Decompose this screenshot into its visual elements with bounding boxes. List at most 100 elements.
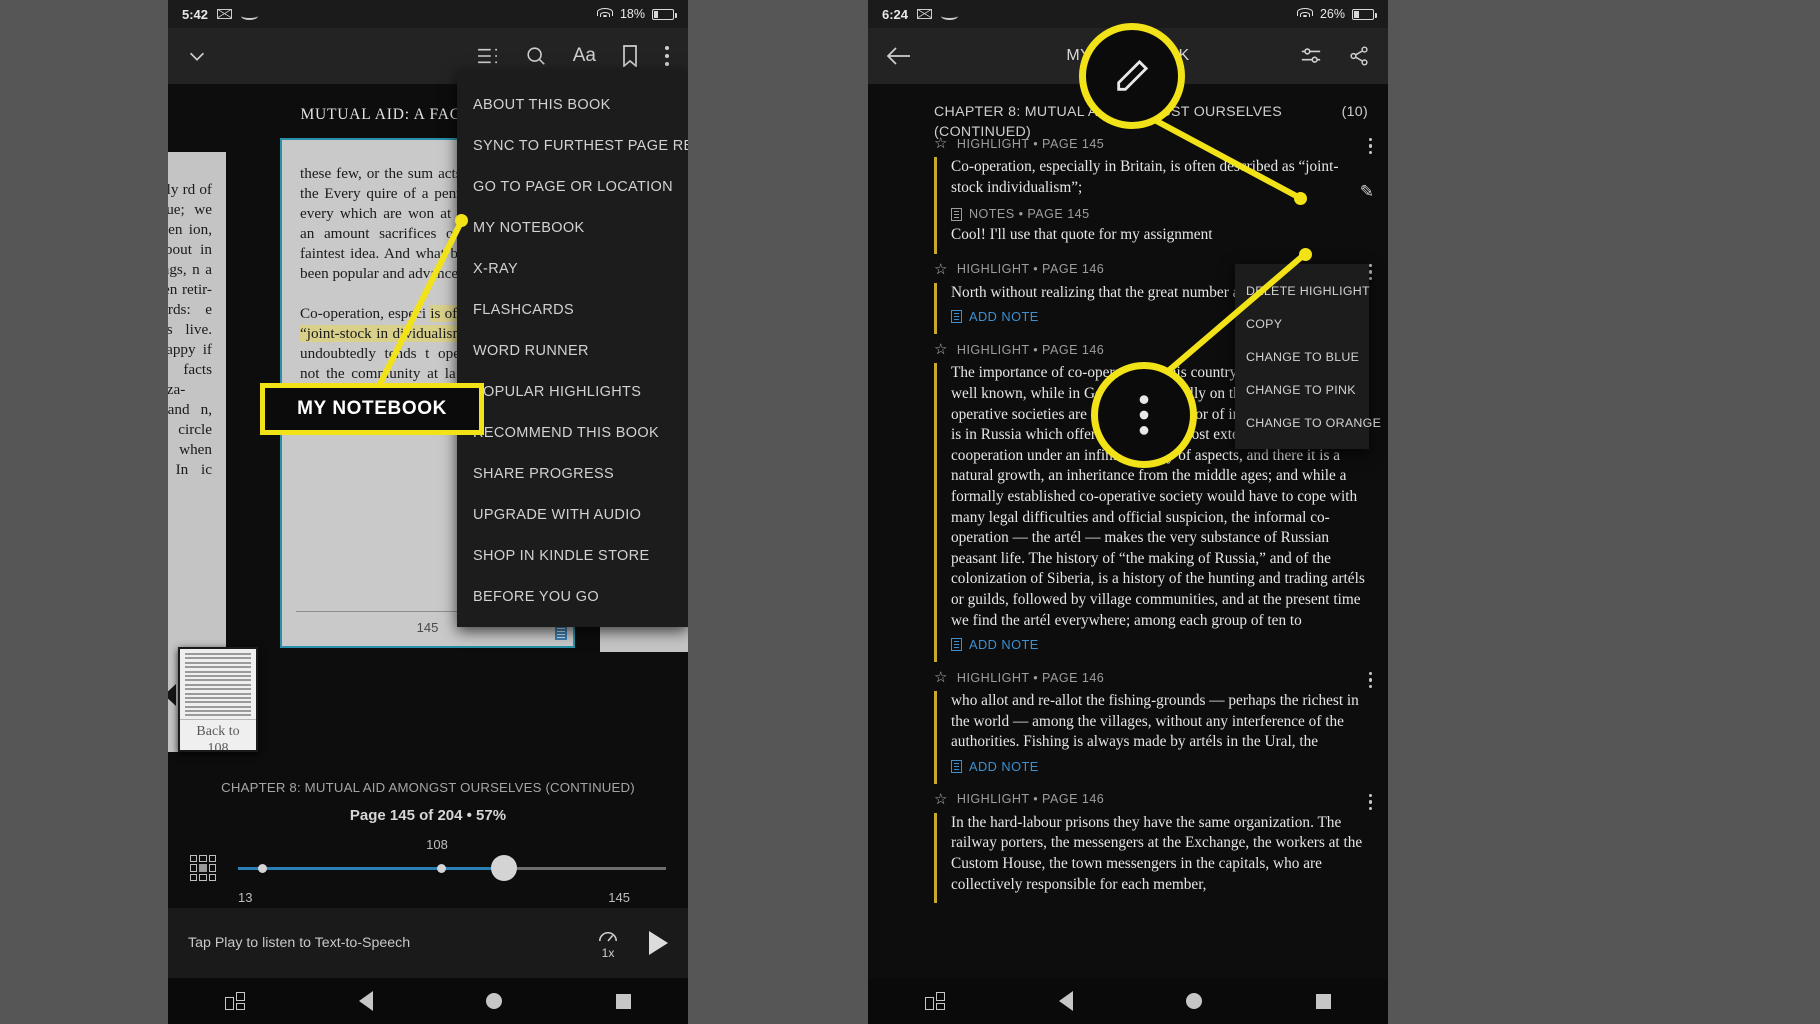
entry-meta: HIGHLIGHT • PAGE 146	[956, 792, 1105, 807]
context-item-change-to-blue[interactable]: CHANGE TO BLUE	[1235, 340, 1369, 373]
previous-page-text: e family rd of re- inue; we ave seen ion…	[168, 181, 212, 478]
entry-quote: who allot and re-allot the fishing-groun…	[951, 692, 1359, 751]
left-android-navbar[interactable]	[168, 978, 688, 1024]
back-to-page: 108	[207, 741, 229, 752]
back-to-label: Back to	[196, 724, 240, 739]
star-icon[interactable]: ☆	[934, 670, 948, 685]
back-to-page-card[interactable]: Back to 108	[178, 647, 258, 752]
entry-meta: HIGHLIGHT • PAGE 146	[956, 670, 1105, 685]
back-icon[interactable]	[1058, 991, 1073, 1011]
star-icon[interactable]: ☆	[934, 262, 948, 277]
split-screen-icon[interactable]	[224, 992, 245, 1010]
add-note-button[interactable]: ADD NOTE	[969, 309, 1039, 324]
wifi-icon	[1296, 8, 1313, 20]
menu-item-before-you-go[interactable]: BEFORE YOU GO	[457, 576, 688, 617]
pencil-icon	[1117, 59, 1149, 91]
menu-item-flashcards[interactable]: FLASHCARDS	[457, 289, 688, 330]
star-icon[interactable]: ☆	[934, 136, 948, 151]
font-size-icon[interactable]: Aa	[573, 45, 596, 67]
text-to-speech-bar[interactable]: Tap Play to listen to Text-to-Speech 1x	[168, 908, 688, 978]
menu-item-recommend-this-book[interactable]: RECOMMEND THIS BOOK	[457, 412, 688, 453]
star-icon[interactable]: ☆	[934, 342, 948, 357]
menu-item-upgrade-with-audio[interactable]: UPGRADE WITH AUDIO	[457, 494, 688, 535]
battery-icon	[652, 8, 677, 20]
entry-note-text: Cool! I'll use that quote for my assignm…	[951, 226, 1213, 244]
slider-left-label: 13	[238, 890, 253, 905]
slider-knob[interactable]	[490, 855, 517, 881]
progress-slider[interactable]: 108	[238, 837, 666, 881]
context-item-copy[interactable]: COPY	[1235, 307, 1369, 340]
right-android-navbar[interactable]	[868, 978, 1388, 1024]
callout-anchor-my-notebook	[455, 214, 468, 227]
entry-quote: In the hard-labour prisons they have the…	[951, 813, 1363, 893]
overflow-menu-icon[interactable]	[1368, 793, 1372, 811]
menu-item-popular-highlights[interactable]: POPULAR HIGHLIGHTS	[457, 371, 688, 412]
note-icon	[951, 638, 962, 652]
notebook-entry[interactable]: ☆ HIGHLIGHT • PAGE 146 In the hard-labou…	[868, 786, 1388, 905]
envelope-icon	[217, 9, 233, 19]
tts-speed-control[interactable]: 1x	[597, 927, 619, 960]
menu-item-shop-in-kindle-store[interactable]: SHOP IN KINDLE STORE	[457, 535, 688, 576]
add-note-button[interactable]: ADD NOTE	[969, 637, 1039, 652]
slider-dot-mark[interactable]	[437, 863, 447, 873]
menu-item-x-ray[interactable]: X-RAY	[457, 248, 688, 289]
envelope-icon	[917, 9, 933, 19]
play-icon[interactable]	[649, 931, 668, 955]
filter-icon[interactable]	[1300, 46, 1322, 66]
page-grid-icon[interactable]	[190, 855, 216, 881]
entry-quote: Co-operation, especially in Britain, is …	[951, 158, 1339, 196]
slider-dot-start[interactable]	[257, 863, 267, 873]
callout-loupe-pencil	[1079, 23, 1185, 129]
left-status-bar: 5:42 18%	[168, 0, 688, 28]
share-icon[interactable]	[1348, 45, 1370, 67]
status-clock: 6:24	[882, 6, 909, 22]
notebook-entry[interactable]: ☆ HIGHLIGHT • PAGE 146 who allot and re-…	[868, 664, 1388, 786]
battery-percent: 18%	[619, 7, 645, 21]
overflow-menu-icon[interactable]	[1368, 263, 1372, 280]
back-icon[interactable]	[358, 991, 373, 1011]
home-icon[interactable]	[1186, 993, 1203, 1009]
note-icon	[951, 207, 962, 221]
overflow-menu-icon	[1139, 395, 1149, 435]
right-phone-screen: 6:24 26% MY NOTEBOOK	[868, 0, 1388, 1024]
progress-slider-row[interactable]: 108	[168, 824, 688, 886]
add-note-button[interactable]: ADD NOTE	[969, 759, 1039, 774]
battery-icon	[1352, 8, 1377, 20]
bookmark-icon[interactable]	[622, 45, 638, 67]
menu-item-my-notebook[interactable]: MY NOTEBOOK	[457, 207, 688, 248]
recents-icon[interactable]	[616, 993, 632, 1009]
note-icon[interactable]	[555, 625, 567, 640]
home-icon[interactable]	[486, 993, 503, 1009]
note-icon	[951, 310, 962, 324]
overflow-menu-icon[interactable]	[1368, 672, 1372, 689]
overflow-menu-icon[interactable]	[1368, 138, 1372, 155]
chevron-down-icon[interactable]	[186, 45, 208, 67]
star-icon[interactable]: ☆	[934, 792, 948, 807]
highlight-count: (10)	[1341, 104, 1368, 120]
menu-item-go-to-page-or-location[interactable]: GO TO PAGE OR LOCATION	[457, 166, 688, 207]
menu-item-about-this-book[interactable]: ABOUT THIS BOOK	[457, 84, 688, 125]
split-screen-icon[interactable]	[924, 992, 945, 1010]
notebook-entry[interactable]: ☆ HIGHLIGHT • PAGE 145 Co-operation, esp…	[868, 130, 1388, 256]
highlight-context-menu[interactable]: DELETE HIGHLIGHT COPY CHANGE TO BLUE CHA…	[1235, 264, 1381, 449]
context-item-change-to-orange[interactable]: CHANGE TO ORANGE	[1235, 406, 1381, 439]
callout-tag-my-notebook: MY NOTEBOOK	[260, 383, 484, 435]
entry-meta: HIGHLIGHT • PAGE 146	[956, 262, 1105, 277]
context-item-delete-highlight[interactable]: DELETE HIGHLIGHT	[1235, 274, 1370, 307]
menu-item-sync-to-furthest-page[interactable]: SYNC TO FURTHEST PAGE READ	[457, 125, 688, 166]
overflow-menu-icon[interactable]	[664, 45, 670, 67]
callout-anchor-pencil	[1294, 192, 1307, 205]
menu-item-word-runner[interactable]: WORD RUNNER	[457, 330, 688, 371]
entry-meta: HIGHLIGHT • PAGE 145	[956, 136, 1105, 151]
context-item-change-to-pink[interactable]: CHANGE TO PINK	[1235, 373, 1369, 406]
page-paragraph-pre: Co-operation, especi	[300, 305, 427, 322]
left-phone-screen: 5:42 18% Aa MUTUAL AID: A FACTOR IN EVO …	[168, 0, 688, 1024]
recents-icon[interactable]	[1316, 993, 1332, 1009]
search-icon[interactable]	[525, 45, 547, 67]
slider-mark-label: 108	[426, 837, 448, 852]
pencil-icon[interactable]: ✎	[1360, 182, 1374, 202]
menu-item-share-progress[interactable]: SHARE PROGRESS	[457, 453, 688, 494]
reader-overflow-menu[interactable]: ABOUT THIS BOOK SYNC TO FURTHEST PAGE RE…	[457, 70, 688, 627]
list-icon[interactable]	[477, 47, 499, 65]
back-arrow-marker	[168, 684, 176, 706]
